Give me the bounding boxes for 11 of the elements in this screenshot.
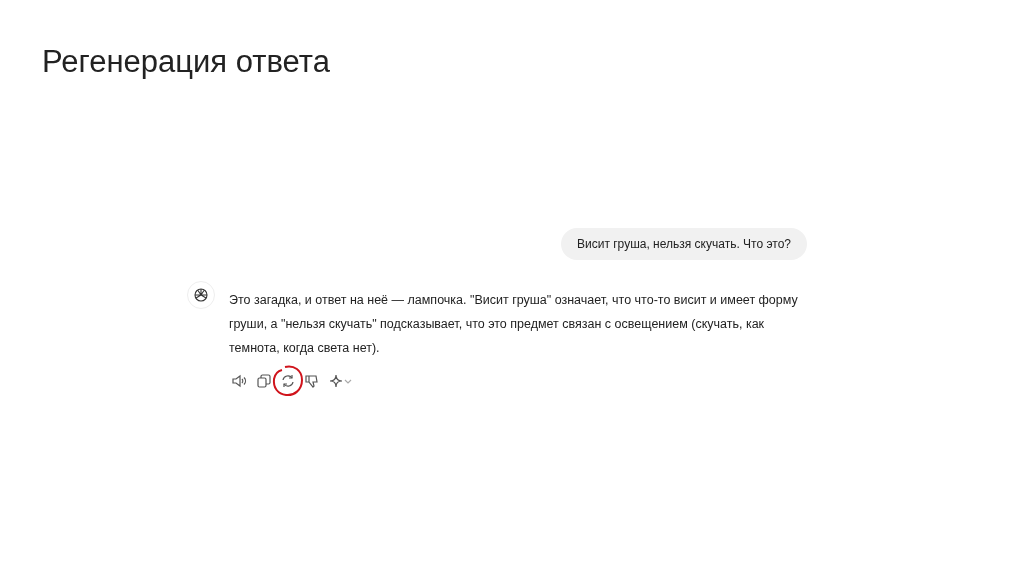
thumbs-down-icon	[305, 374, 319, 388]
user-message-bubble: Висит груша, нельзя скучать. Что это?	[561, 228, 807, 260]
speaker-icon	[231, 374, 247, 388]
regenerate-icon	[281, 374, 295, 388]
dislike-button[interactable]	[303, 372, 321, 390]
speaker-button[interactable]	[229, 372, 249, 390]
sparkle-icon	[329, 374, 353, 388]
copy-icon	[257, 374, 271, 388]
assistant-message: Это загадка, и ответ на неё — лампочка. "Висит груша" означает, что что-то висит и имеет форму груши, а "нельзя скучать" подсказывает, что это предмет связан с освещением (скучать, как темнота, когда света нет).	[229, 292, 799, 357]
slide-title: Регенерация ответа	[42, 44, 330, 80]
copy-button[interactable]	[255, 372, 273, 390]
